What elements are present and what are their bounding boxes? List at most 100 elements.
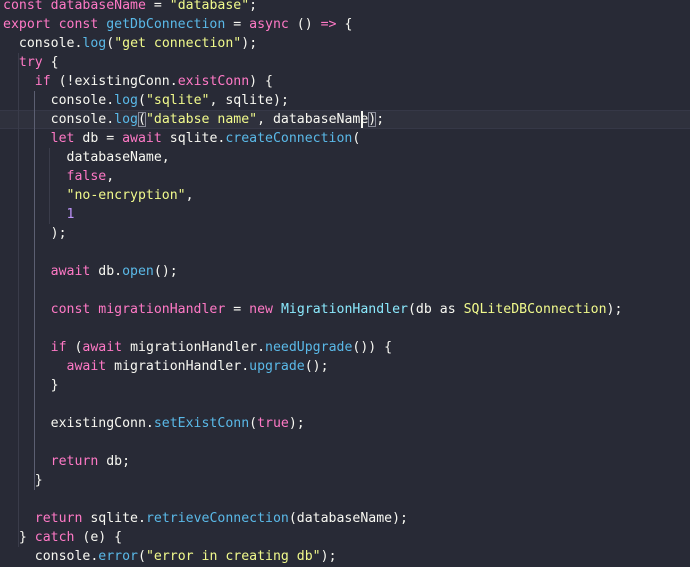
- code-editor[interactable]: const databaseName = "database"; export c…: [0, 0, 690, 567]
- code-token: {: [42, 55, 59, 70]
- code-token: retrieveConnection: [145, 511, 289, 526]
- code-token: "sqlite": [145, 93, 210, 108]
- code-token: return: [3, 511, 83, 526]
- code-token: log: [114, 112, 138, 127]
- code-line[interactable]: databaseName,: [0, 148, 690, 167]
- code-token: let: [3, 131, 75, 146]
- code-line[interactable]: } catch (e) {: [0, 528, 690, 547]
- code-line[interactable]: await migrationHandler.upgrade();: [0, 357, 690, 376]
- code-token: (: [138, 93, 146, 108]
- code-token: =: [145, 0, 170, 13]
- code-token: log: [114, 93, 138, 108]
- code-token: migrationHandler.: [122, 340, 266, 355]
- code-token: true: [257, 416, 289, 431]
- code-line[interactable]: );: [0, 224, 690, 243]
- code-token: error: [98, 549, 138, 564]
- code-line[interactable]: console.log("sqlite", sqlite);: [0, 91, 690, 110]
- code-token: ;: [376, 112, 385, 127]
- code-token: databaseName: [50, 0, 146, 13]
- code-token: const: [50, 17, 107, 32]
- code-line[interactable]: [0, 281, 690, 300]
- code-token: export: [3, 17, 51, 32]
- code-token: "database": [169, 0, 250, 13]
- code-line[interactable]: console.error("error in creating db");: [0, 547, 690, 566]
- code-token: (: [106, 36, 115, 51]
- code-line[interactable]: [0, 395, 690, 414]
- code-line[interactable]: [0, 490, 690, 509]
- code-token: );: [288, 416, 305, 431]
- code-token: "get connection": [114, 36, 242, 51]
- code-line[interactable]: try {: [0, 53, 690, 72]
- code-token: needUpgrade: [265, 340, 353, 355]
- code-line[interactable]: return sqlite.retrieveConnection(databas…: [0, 509, 690, 528]
- code-token: (databaseName);: [288, 511, 408, 526]
- code-token: db =: [74, 131, 123, 146]
- code-token: as: [439, 302, 456, 317]
- code-token: db.: [90, 264, 123, 279]
- code-token: await: [122, 131, 162, 146]
- code-token: getDbConnection: [106, 17, 226, 32]
- code-line[interactable]: existingConn.setExistConn(true);: [0, 414, 690, 433]
- code-line[interactable]: console.log("get connection");: [0, 34, 690, 53]
- code-line[interactable]: let db = await sqlite.createConnection(: [0, 129, 690, 148]
- code-token: try: [3, 55, 43, 70]
- code-token: (: [249, 416, 258, 431]
- code-token: existingConn.: [3, 416, 154, 431]
- code-token: ) {: [249, 74, 273, 89]
- code-token: migrationHandler.: [106, 359, 250, 374]
- code-line[interactable]: }: [0, 376, 690, 395]
- code-token: (db: [407, 302, 440, 317]
- code-token: );: [241, 36, 258, 51]
- code-token: new: [249, 302, 273, 317]
- code-line[interactable]: [0, 243, 690, 262]
- code-token: ,: [106, 169, 115, 184]
- code-line[interactable]: if (!existingConn.existConn) {: [0, 72, 690, 91]
- code-token: open: [122, 264, 154, 279]
- code-line[interactable]: if (await migrationHandler.needUpgrade()…: [0, 338, 690, 357]
- code-line[interactable]: [0, 319, 690, 338]
- code-token: (: [352, 131, 361, 146]
- code-token: (: [138, 549, 146, 564]
- code-token: MigrationHandler: [280, 302, 408, 317]
- code-line[interactable]: }: [0, 471, 690, 490]
- code-line[interactable]: 1: [0, 205, 690, 224]
- code-token: "no-encryption": [3, 188, 186, 203]
- indent-guide: [49, 148, 50, 224]
- code-token: if: [3, 74, 51, 89]
- code-token: (e) {: [74, 530, 123, 545]
- code-token: {: [336, 17, 353, 32]
- code-token: =: [225, 17, 250, 32]
- code-token: (!existingConn.: [50, 74, 178, 89]
- code-line[interactable]: "no-encryption",: [0, 186, 690, 205]
- code-token: const: [3, 0, 51, 13]
- code-line[interactable]: [0, 433, 690, 452]
- code-token: catch: [34, 530, 75, 545]
- code-token: ()) {: [352, 340, 393, 355]
- code-line[interactable]: false,: [0, 167, 690, 186]
- code-token: "databse name": [145, 112, 258, 127]
- code-token: databaseName,: [3, 150, 170, 165]
- code-line[interactable]: export const getDbConnection = async () …: [0, 15, 690, 34]
- code-token: ,: [185, 188, 194, 203]
- code-token: async: [249, 17, 289, 32]
- code-token: upgrade: [249, 359, 305, 374]
- code-token: setExistConn: [153, 416, 250, 431]
- code-token: console: [3, 549, 91, 564]
- code-line[interactable]: const migrationHandler = new MigrationHa…: [0, 300, 690, 319]
- code-token: =: [225, 302, 250, 317]
- code-line[interactable]: const databaseName = "database";: [0, 0, 690, 15]
- code-line[interactable]: await db.open();: [0, 262, 690, 281]
- code-token: );: [606, 302, 623, 317]
- code-token: );: [320, 549, 337, 564]
- code-line[interactable]: console.log("databse name", databaseName…: [0, 110, 690, 129]
- code-token: ;: [249, 0, 258, 13]
- matched-bracket: (: [138, 112, 146, 127]
- code-line[interactable]: return db;: [0, 452, 690, 471]
- code-token: sqlite.: [82, 511, 146, 526]
- code-token: }: [3, 473, 43, 488]
- code-token: ();: [153, 264, 178, 279]
- indent-guide: [34, 91, 35, 490]
- code-token: await: [82, 340, 123, 355]
